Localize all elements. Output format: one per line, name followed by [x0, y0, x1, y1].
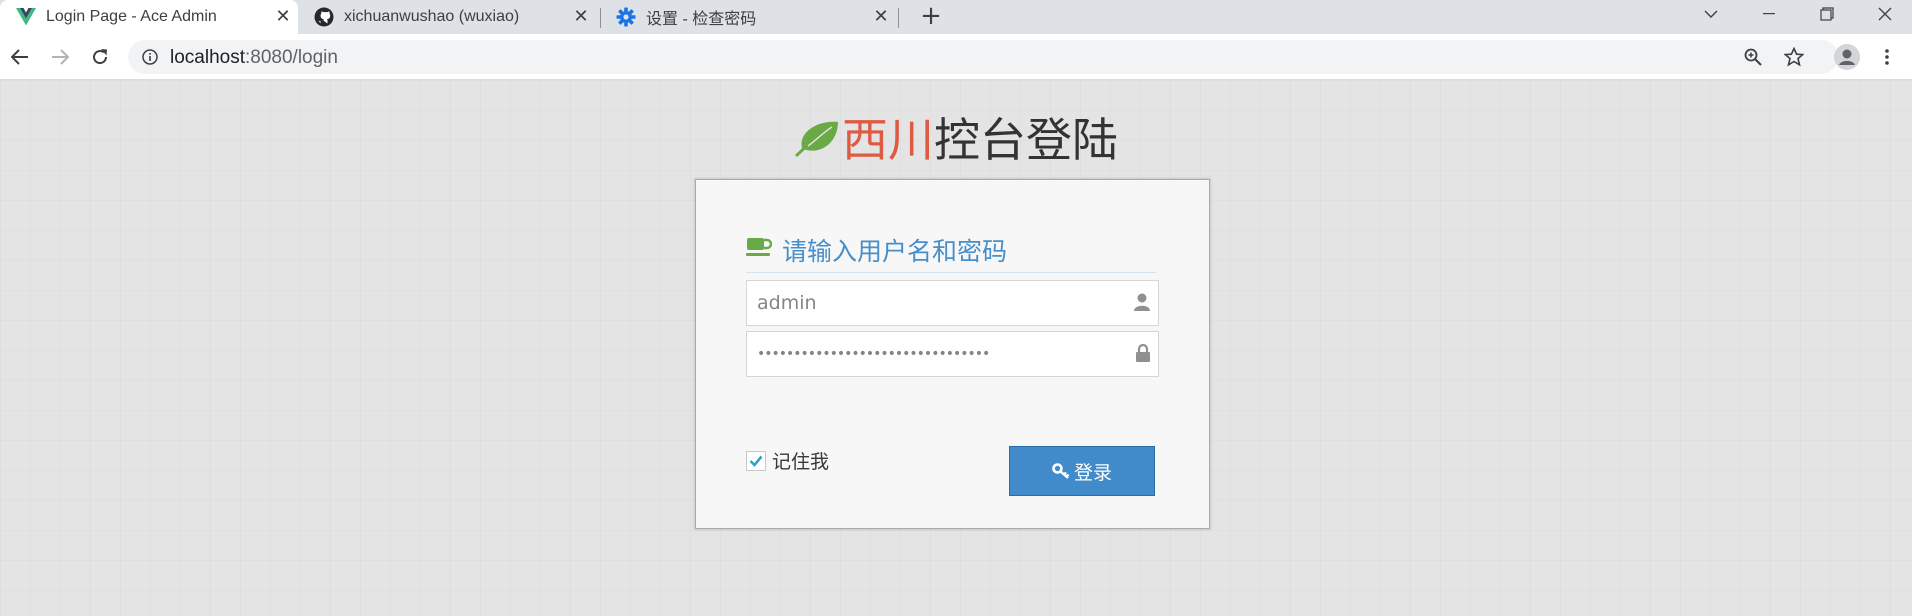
browser-toolbar: localhost:8080/login [0, 34, 1912, 80]
url-host: localhost [170, 47, 245, 68]
user-icon [1134, 293, 1150, 311]
tab-title: Login Page - Ace Admin [46, 8, 217, 25]
url-text: localhost:8080/login [170, 47, 338, 69]
password-field[interactable] [746, 331, 1159, 377]
reload-icon [93, 49, 108, 65]
tab-separator [898, 8, 899, 28]
login-box: 请输入用户名和密码 记住我 登录 [695, 179, 1210, 529]
leaf-icon [794, 121, 838, 158]
login-title: 请输入用户名和密码 [782, 237, 1008, 266]
username-field[interactable] [746, 280, 1159, 326]
back-button[interactable] [5, 42, 35, 72]
avatar-icon [1834, 44, 1860, 70]
tab-github[interactable]: xichuanwushao (wuxiao) ✕ [298, 0, 596, 34]
reload-button[interactable] [85, 42, 115, 72]
remember-me[interactable]: 记住我 [746, 447, 829, 474]
zoom-icon[interactable] [1744, 48, 1762, 66]
close-icon [1878, 7, 1892, 21]
lock-icon [1136, 344, 1150, 362]
tab-settings[interactable]: 设置 - 检查密码 ✕ [600, 0, 898, 34]
new-tab-button[interactable]: + [916, 2, 946, 32]
tab-title: xichuanwushao (wuxiao) [344, 8, 520, 25]
login-box-header: 请输入用户名和密码 [746, 232, 1156, 273]
tab-login-page[interactable]: Login Page - Ace Admin ✕ [0, 0, 298, 34]
info-icon [142, 49, 158, 65]
address-bar[interactable]: localhost:8080/login [128, 40, 1838, 74]
url-path: :8080/login [245, 47, 338, 68]
close-icon[interactable]: ✕ [272, 6, 294, 28]
checkmark-icon [749, 455, 763, 467]
minimize-icon [1763, 13, 1775, 15]
coffee-icon [746, 238, 772, 256]
tab-search-button[interactable] [1688, 0, 1734, 28]
vue-logo-icon [16, 8, 36, 26]
tab-title: 设置 - 检查密码 [646, 11, 757, 28]
restore-icon [1820, 7, 1834, 21]
minimize-button[interactable] [1746, 0, 1792, 28]
arrow-left-icon [11, 49, 28, 65]
login-button-label: 登录 [1073, 461, 1112, 484]
menu-button[interactable] [1872, 42, 1902, 72]
browser-tab-bar: Login Page - Ace Admin ✕ xichuanwushao (… [0, 0, 1912, 34]
remember-checkbox[interactable] [746, 450, 766, 471]
login-button[interactable]: 登录 [1009, 446, 1155, 496]
remember-label: 记住我 [772, 451, 830, 473]
bookmark-star-icon[interactable] [1784, 47, 1804, 67]
more-vertical-icon [1885, 49, 1889, 65]
restore-button[interactable] [1804, 0, 1850, 28]
password-input[interactable] [747, 332, 1107, 376]
key-icon [1052, 463, 1070, 479]
close-icon[interactable]: ✕ [570, 6, 592, 28]
profile-button[interactable] [1831, 41, 1863, 73]
username-input[interactable] [747, 281, 1107, 325]
forward-button[interactable] [45, 42, 75, 72]
close-icon[interactable]: ✕ [870, 6, 892, 28]
arrow-right-icon [52, 49, 69, 65]
gear-icon [616, 7, 636, 27]
brand-title: 西川控台登陆 [0, 104, 1912, 170]
github-icon [314, 7, 334, 27]
chevron-down-icon [1704, 10, 1718, 18]
brand-name-dark: 控台登陆 [934, 113, 1118, 167]
brand-name-red: 西川 [842, 113, 934, 167]
close-window-button[interactable] [1862, 0, 1908, 28]
login-page: 西川控台登陆 请输入用户名和密码 记住我 登录 [0, 80, 1912, 616]
